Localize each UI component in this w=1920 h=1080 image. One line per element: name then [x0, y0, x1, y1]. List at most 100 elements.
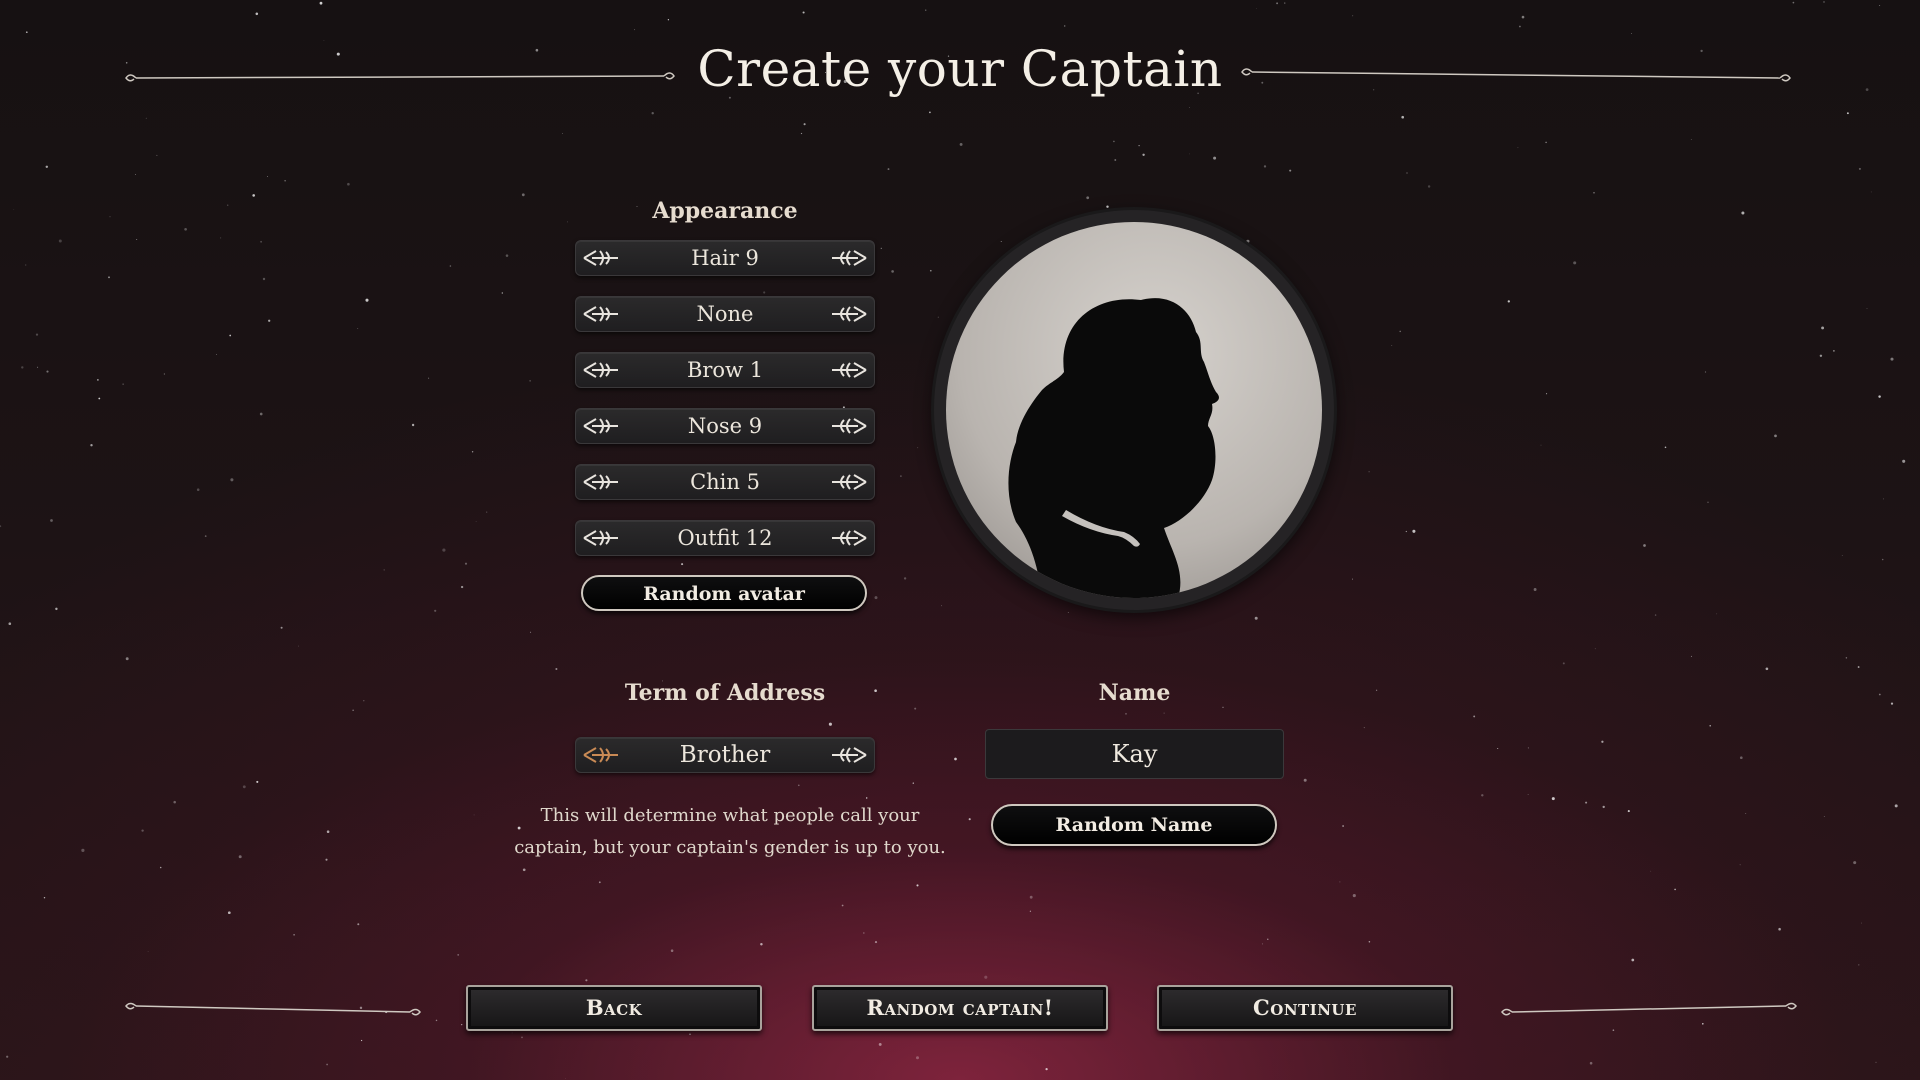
term-of-address-value: Brother: [679, 742, 771, 768]
star: [689, 1033, 691, 1035]
star: [841, 904, 844, 907]
star: [521, 193, 525, 197]
star: [1875, 1061, 1877, 1064]
star: [226, 204, 229, 206]
star: [984, 975, 988, 979]
term-next-arrow-icon[interactable]: [828, 742, 868, 768]
star: [1846, 112, 1849, 115]
star: [900, 475, 902, 477]
previous-arrow-icon[interactable]: [582, 245, 622, 271]
star: [1664, 446, 1667, 449]
star: [1833, 350, 1835, 352]
star: [1890, 702, 1894, 705]
star: [1540, 444, 1542, 446]
next-arrow-icon[interactable]: [828, 413, 868, 439]
star: [1405, 530, 1407, 533]
star: [411, 423, 415, 427]
star: [505, 254, 509, 257]
star: [156, 154, 158, 156]
star: [598, 881, 601, 884]
star: [141, 829, 144, 832]
star: [383, 569, 385, 571]
star: [1902, 459, 1906, 463]
star: [37, 366, 39, 368]
star: [1551, 797, 1555, 801]
previous-arrow-icon[interactable]: [582, 413, 622, 439]
star: [260, 240, 262, 243]
star: [449, 265, 452, 267]
next-arrow-icon[interactable]: [828, 357, 868, 383]
star: [238, 855, 242, 859]
star: [1792, 1, 1795, 4]
continue-button[interactable]: Continue: [1157, 985, 1453, 1031]
appearance-selector-nose: Nose 9: [575, 408, 875, 444]
star: [1739, 756, 1743, 760]
star: [916, 884, 919, 887]
star: [136, 239, 138, 240]
star: [325, 858, 328, 861]
random-captain-button[interactable]: Random captain!: [812, 985, 1108, 1031]
star: [1063, 25, 1066, 27]
next-arrow-icon[interactable]: [828, 301, 868, 327]
appearance-selector-hair: Hair 9: [575, 240, 875, 276]
star: [284, 180, 286, 182]
star: [1765, 667, 1769, 671]
star: [529, 380, 531, 382]
star: [1391, 345, 1393, 346]
star: [1352, 15, 1354, 17]
star: [865, 797, 868, 799]
name-input[interactable]: Kay: [985, 729, 1284, 779]
random-name-button[interactable]: Random Name: [991, 804, 1277, 846]
star: [1142, 153, 1145, 156]
star: [511, 1032, 513, 1034]
star: [256, 780, 259, 783]
star: [109, 216, 111, 218]
previous-arrow-icon[interactable]: [582, 357, 622, 383]
previous-arrow-icon[interactable]: [582, 469, 622, 495]
star: [681, 563, 684, 566]
star: [1883, 498, 1885, 500]
star: [435, 1019, 438, 1022]
star: [97, 379, 99, 381]
star: [293, 933, 295, 936]
back-button[interactable]: Back: [466, 985, 762, 1031]
star: [925, 9, 927, 11]
star: [1067, 612, 1069, 613]
appearance-value: Outfit 12: [677, 526, 773, 550]
star: [1427, 185, 1431, 188]
star: [145, 117, 147, 119]
star: [43, 897, 46, 899]
star: [267, 176, 268, 177]
star: [1406, 172, 1408, 174]
star: [1878, 693, 1881, 696]
star: [1593, 191, 1595, 194]
star: [1352, 578, 1354, 580]
star: [763, 291, 766, 294]
star: [802, 11, 805, 14]
star: [1213, 156, 1217, 160]
previous-arrow-icon[interactable]: [582, 525, 622, 551]
star: [434, 609, 437, 612]
star: [1473, 715, 1476, 718]
star: [21, 366, 24, 369]
star: [1881, 558, 1884, 561]
star: [147, 951, 149, 953]
star: [159, 866, 162, 869]
star: [25, 31, 28, 34]
star: [760, 943, 763, 946]
star: [874, 941, 878, 944]
star: [878, 1042, 882, 1046]
star: [255, 12, 259, 16]
random-avatar-button[interactable]: Random avatar: [581, 575, 867, 611]
star: [565, 1078, 566, 1079]
star: [486, 511, 488, 513]
star: [55, 607, 58, 611]
next-arrow-icon[interactable]: [828, 469, 868, 495]
previous-arrow-icon[interactable]: [582, 301, 622, 327]
star: [567, 221, 568, 223]
star: [227, 911, 231, 915]
star: [365, 298, 369, 302]
next-arrow-icon[interactable]: [828, 525, 868, 551]
next-arrow-icon[interactable]: [828, 245, 868, 271]
term-previous-arrow-icon[interactable]: [582, 742, 622, 768]
